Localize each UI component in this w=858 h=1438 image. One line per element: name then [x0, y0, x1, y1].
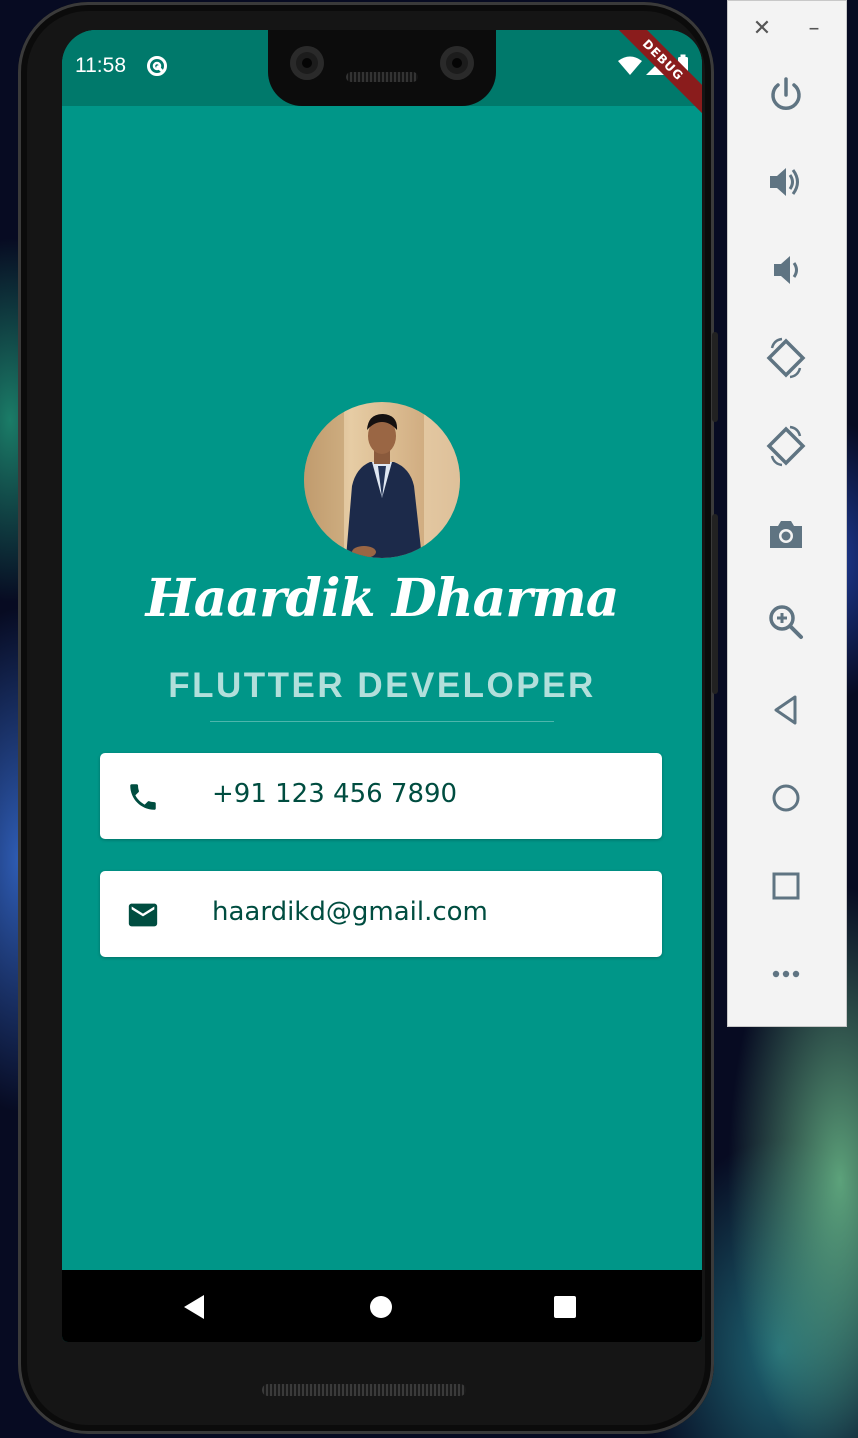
camera-icon — [770, 521, 802, 548]
overview-icon — [772, 872, 800, 900]
home-icon — [772, 784, 800, 812]
volume-down-icon — [774, 256, 798, 284]
email-icon — [128, 903, 158, 927]
volume-down-button[interactable] — [764, 248, 808, 292]
email-card[interactable]: haardikd@gmail.com — [100, 871, 662, 957]
rotate-left-icon — [766, 337, 806, 379]
rotate-right-icon — [766, 425, 806, 467]
emulator-toolbar: ✕ – — [727, 0, 847, 1027]
power-icon — [771, 77, 801, 110]
status-time: 11:58 — [75, 54, 126, 77]
email-address: haardikd@gmail.com — [212, 897, 488, 927]
nav-recents-icon[interactable] — [554, 1296, 576, 1318]
profile-name: Haardik Dharma — [145, 568, 620, 629]
profile-title: FLUTTER DEVELOPER — [168, 666, 596, 705]
close-icon[interactable]: ✕ — [748, 15, 776, 43]
profile-photo — [304, 402, 460, 558]
zoom-icon — [769, 605, 803, 639]
android-nav-bar — [62, 1270, 702, 1342]
phone-icon — [130, 784, 156, 810]
rotate-left-button[interactable] — [764, 336, 808, 380]
volume-up-icon — [770, 168, 799, 196]
app-screen: 11:58 DEBUG Haardik Dharma FLUTTER DEVEL… — [62, 30, 702, 1342]
nav-back-icon[interactable] — [182, 1294, 206, 1320]
volume-up-button[interactable] — [764, 160, 808, 204]
profile-card-body: Haardik Dharma FLUTTER DEVELOPER +91 123… — [62, 106, 702, 1270]
toolbar-window-controls: ✕ – — [728, 15, 848, 43]
emulator-more-button[interactable] — [764, 952, 808, 996]
phone-volume-key — [712, 514, 718, 694]
emulator-back-button[interactable] — [764, 688, 808, 732]
screenshot-button[interactable] — [764, 512, 808, 556]
bottom-speaker — [262, 1384, 466, 1396]
nav-home-icon[interactable] — [370, 1296, 392, 1318]
avatar — [304, 402, 460, 558]
back-icon — [774, 695, 797, 725]
notch — [268, 30, 496, 106]
front-camera-right — [440, 46, 474, 80]
emulator-home-button[interactable] — [764, 776, 808, 820]
more-icon — [772, 970, 800, 978]
sync-icon — [147, 56, 167, 76]
emulator-overview-button[interactable] — [764, 864, 808, 908]
zoom-button[interactable] — [764, 600, 808, 644]
front-camera-left — [290, 46, 324, 80]
phone-frame: 11:58 DEBUG Haardik Dharma FLUTTER DEVEL… — [18, 2, 718, 1434]
divider — [210, 721, 554, 722]
wifi-icon — [618, 56, 642, 75]
phone-card[interactable]: +91 123 456 7890 — [100, 753, 662, 839]
rotate-right-button[interactable] — [764, 424, 808, 468]
phone-power-key — [712, 332, 718, 422]
power-button[interactable] — [764, 73, 808, 117]
earpiece-speaker — [346, 72, 418, 82]
phone-number: +91 123 456 7890 — [212, 779, 458, 809]
minimize-icon[interactable]: – — [800, 15, 828, 43]
